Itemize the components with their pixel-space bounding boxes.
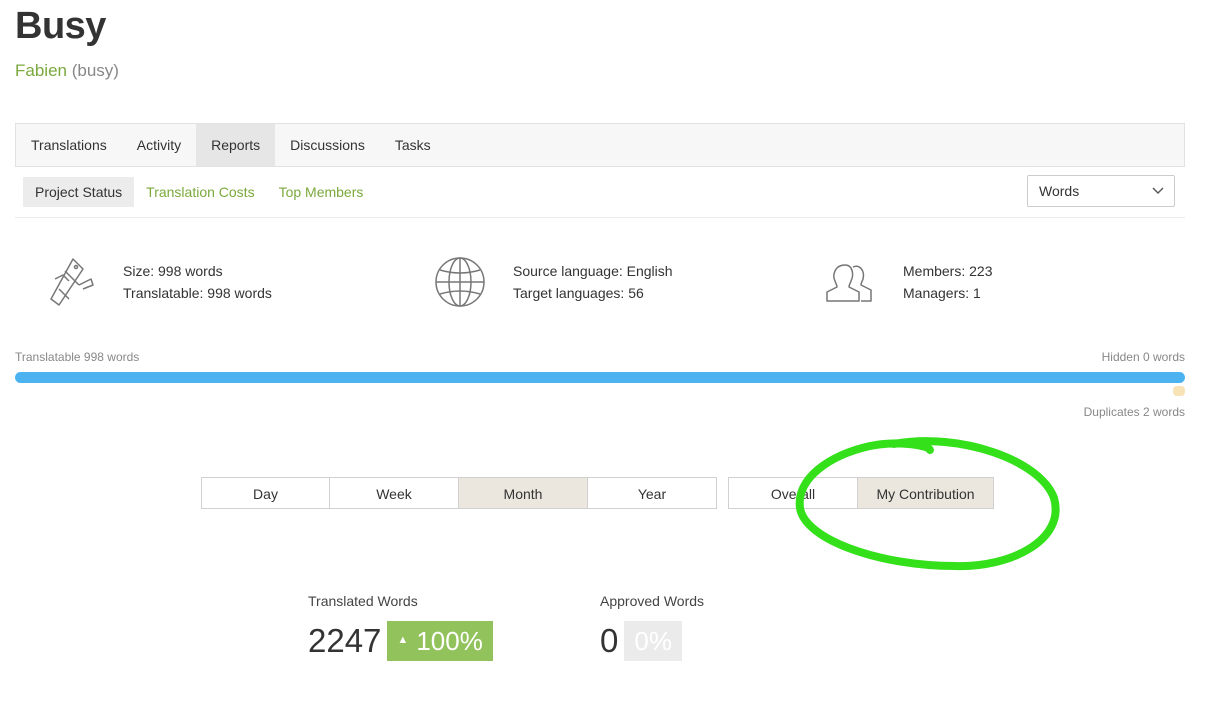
translatable-progress-bar <box>15 372 1185 383</box>
members-text: Members: 223 <box>903 263 993 279</box>
hidden-words-label: Hidden 0 words <box>1101 350 1185 364</box>
tab-reports[interactable]: Reports <box>196 124 276 166</box>
size-stat: Size: 998 words Translatable: 998 words <box>43 255 272 309</box>
duplicates-marker <box>1173 386 1185 396</box>
period-year-button[interactable]: Year <box>587 477 717 509</box>
project-title: Busy <box>15 5 106 47</box>
progress-labels: Translatable 998 words Hidden 0 words <box>15 350 1185 364</box>
globe-icon <box>433 255 487 309</box>
period-selector: Day Week Month Year <box>201 477 717 509</box>
subtab-translation-costs[interactable]: Translation Costs <box>134 177 266 207</box>
caliper-icon <box>43 255 97 309</box>
report-subtabs: Project Status Translation Costs Top Mem… <box>23 177 375 207</box>
subtab-project-status[interactable]: Project Status <box>23 177 135 207</box>
scope-selector: Overall My Contribution <box>728 477 994 509</box>
translated-words-value: 2247 <box>308 622 382 659</box>
project-owner: Fabien (busy) <box>15 61 119 81</box>
owner-handle: (busy) <box>71 61 119 80</box>
translated-change-badge: ▲ 100% <box>387 621 493 661</box>
approved-change-badge: 0% <box>624 621 682 661</box>
size-text: Size: 998 words <box>123 263 223 279</box>
chevron-down-icon <box>1152 176 1164 217</box>
translated-words-label: Translated Words <box>308 593 418 609</box>
managers-text: Managers: 1 <box>903 285 981 301</box>
divider <box>15 217 1185 218</box>
period-day-button[interactable]: Day <box>201 477 330 509</box>
members-stat: Members: 223 Managers: 1 <box>823 255 992 309</box>
triangle-up-icon: ▲ <box>397 634 409 647</box>
translated-change-value: 100% <box>416 626 483 656</box>
translatable-words-label: Translatable 998 words <box>15 350 140 364</box>
unit-dropdown-value: Words <box>1039 183 1080 199</box>
scope-overall-button[interactable]: Overall <box>728 477 858 509</box>
tab-tasks[interactable]: Tasks <box>380 124 446 166</box>
duplicates-label: Duplicates 2 words <box>1083 405 1185 419</box>
translated-words-metric: Translated Words 2247 ▲ 100% <box>308 593 493 661</box>
translatable-text: Translatable: 998 words <box>123 285 272 301</box>
users-icon <box>823 255 877 309</box>
approved-words-metric: Approved Words 0 0% <box>600 593 704 661</box>
subtab-top-members[interactable]: Top Members <box>267 177 376 207</box>
tab-discussions[interactable]: Discussions <box>275 124 380 166</box>
approved-words-value: 0 <box>600 622 619 659</box>
target-languages-text: Target languages: 56 <box>513 285 644 301</box>
unit-dropdown[interactable]: Words <box>1027 175 1175 207</box>
scope-my-contribution-button[interactable]: My Contribution <box>857 477 994 509</box>
period-month-button[interactable]: Month <box>458 477 588 509</box>
tab-activity[interactable]: Activity <box>122 124 196 166</box>
tab-translations[interactable]: Translations <box>16 124 122 166</box>
main-tabs: Translations Activity Reports Discussion… <box>15 123 1185 167</box>
approved-words-label: Approved Words <box>600 593 705 609</box>
source-language-text: Source language: English <box>513 263 673 279</box>
approved-change-value: 0% <box>634 626 672 656</box>
period-week-button[interactable]: Week <box>329 477 459 509</box>
language-stat: Source language: English Target language… <box>433 255 673 309</box>
owner-name[interactable]: Fabien <box>15 61 67 80</box>
